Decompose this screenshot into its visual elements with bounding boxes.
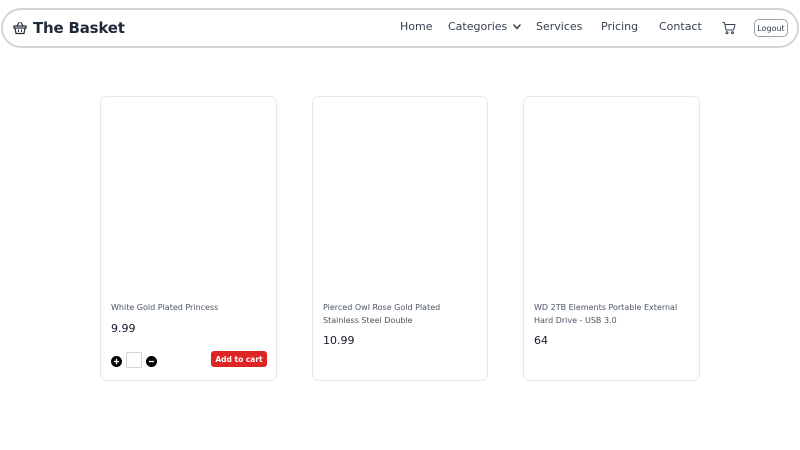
product-price: 10.99 [323, 334, 355, 347]
product-card[interactable]: Pierced Owl Rose Gold Plated Stainless S… [312, 96, 488, 381]
product-price: 64 [534, 334, 548, 347]
navbar: The Basket Home Categories Services Pric… [1, 8, 799, 48]
product-image [524, 97, 699, 292]
nav-home-link[interactable]: Home [400, 20, 432, 33]
product-price: 9.99 [111, 322, 136, 335]
add-to-cart-button[interactable]: Add to cart [211, 351, 267, 367]
nav-services-link[interactable]: Services [536, 20, 582, 33]
quantity-controls: Add to cart [111, 351, 268, 368]
quantity-input[interactable] [126, 352, 142, 368]
product-title: WD 2TB Elements Portable External Hard D… [534, 303, 678, 325]
nav-categories-label: Categories [448, 20, 508, 33]
product-title: White Gold Plated Princess [111, 303, 219, 312]
nav-contact-link[interactable]: Contact [659, 20, 702, 33]
nav-pricing-link[interactable]: Pricing [601, 20, 638, 33]
product-image [101, 97, 276, 292]
product-card[interactable]: WD 2TB Elements Portable External Hard D… [523, 96, 700, 381]
minus-circle-icon[interactable] [146, 354, 157, 367]
nav-links: Home Categories Services Pricing Contact… [3, 10, 797, 46]
cart-icon[interactable] [722, 21, 736, 35]
logout-button[interactable]: Logout [754, 19, 788, 37]
product-image [313, 97, 487, 292]
nav-categories-dropdown[interactable]: Categories [448, 20, 522, 33]
chevron-down-icon [513, 23, 522, 30]
product-title: Pierced Owl Rose Gold Plated Stainless S… [323, 303, 441, 325]
product-card[interactable]: White Gold Plated Princess 9.99 Add to c… [100, 96, 277, 381]
plus-circle-icon[interactable] [111, 354, 122, 367]
